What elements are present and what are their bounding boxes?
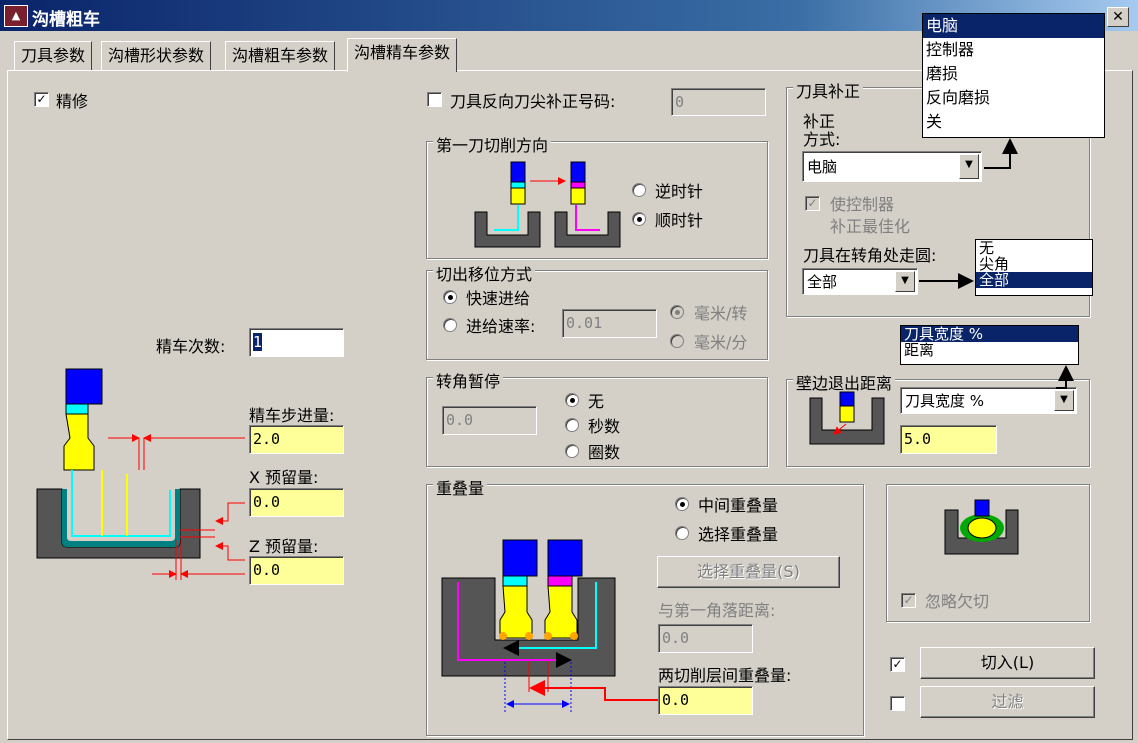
dropdown-option[interactable]: 刀具宽度 %: [901, 326, 1078, 342]
filter-checkbox[interactable]: [890, 696, 905, 711]
dropdown-option[interactable]: 距离: [901, 342, 1078, 358]
dropdown-option[interactable]: 全部: [976, 272, 1092, 288]
dropdown-option[interactable]: 无: [976, 240, 1092, 256]
dropdown-option[interactable]: 反向磨损: [923, 86, 1104, 110]
undercut-tool-body: [974, 499, 990, 517]
corner-rounding-dropdown: 无 尖角 全部: [975, 239, 1093, 296]
dropdown-option[interactable]: 电脑: [923, 14, 1104, 38]
undercut-insert: [967, 517, 997, 539]
dropdown-option[interactable]: 磨损: [923, 62, 1104, 86]
tab-groove-finish[interactable]: 沟槽精车参数: [347, 38, 458, 72]
plunge-checkbox[interactable]: ✓: [890, 657, 905, 672]
ignore-undercut-label: 忽略欠切: [925, 592, 990, 611]
dropdown-option[interactable]: 关: [923, 110, 1104, 134]
wall-backoff-dropdown: 刀具宽度 % 距离: [900, 325, 1079, 365]
dropdown-option[interactable]: 尖角: [976, 256, 1092, 272]
dropdown-option[interactable]: 控制器: [923, 38, 1104, 62]
filter-button[interactable]: 过滤: [920, 686, 1095, 718]
comp-mode-dropdown: 电脑 控制器 磨损 反向磨损 关: [922, 13, 1105, 138]
plunge-button[interactable]: 切入(L): [920, 647, 1095, 679]
ignore-undercut-checkbox[interactable]: ✓: [901, 593, 916, 608]
